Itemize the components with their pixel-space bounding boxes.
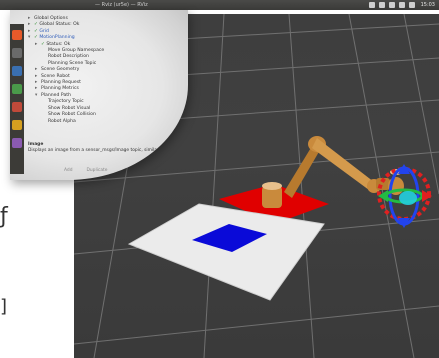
firefox-icon[interactable]	[12, 30, 22, 40]
checkbox-icon[interactable]: ✓	[34, 22, 38, 27]
display-tree-label: Global Status: Ok	[39, 22, 80, 28]
record-icon[interactable]	[369, 2, 375, 8]
display-tree-item[interactable]: Robot Alpha	[28, 119, 188, 125]
display-tree-label: Planning Request	[41, 80, 81, 86]
terminal-icon[interactable]	[12, 138, 22, 148]
display-tree-label: Global Options	[34, 16, 68, 21]
ubuntu-launcher	[10, 24, 24, 174]
checkbox-icon[interactable]: ✓	[34, 29, 38, 34]
bracket-glyph: ]	[0, 296, 8, 317]
rviz-screenshot: — Rviz (ur5e) — RViz 15:03 ▸ Global Opti…	[0, 0, 439, 358]
display-tree-label: Trajectory Topic	[48, 99, 84, 105]
display-tree-label: Planned Path	[41, 92, 71, 98]
display-tree-label: Planning Scene Topic	[48, 60, 97, 66]
panel-buttons: Add Duplicate	[64, 168, 107, 173]
checkbox-icon[interactable]: ✓	[34, 35, 38, 40]
calc-icon[interactable]	[12, 84, 22, 94]
display-description: Image Displays an image from a sensor_ms…	[28, 142, 178, 153]
software-center-icon[interactable]	[12, 120, 22, 130]
display-tree-label: Status: Ok	[46, 41, 71, 47]
battery-icon[interactable]	[399, 2, 405, 8]
add-button[interactable]: Add	[64, 168, 73, 173]
display-tree-label: Robot Alpha	[48, 118, 76, 124]
display-tree-label: Robot Description	[48, 54, 89, 60]
system-tray	[369, 2, 415, 8]
clock: 15:03	[420, 2, 435, 8]
description-text: Displays an image from a sensor_msgs/Ima…	[28, 147, 159, 153]
display-tree-label: MotionPlanning	[39, 35, 75, 41]
display-tree-label: Scene Geometry	[41, 67, 80, 73]
bracket-glyph: ƒ	[0, 204, 8, 229]
volume-icon[interactable]	[409, 2, 415, 8]
impress-icon[interactable]	[12, 102, 22, 112]
display-tree-label: Scene Robot	[41, 73, 70, 79]
duplicate-button[interactable]: Duplicate	[87, 168, 108, 173]
window-title: — Rviz (ur5e) — RViz	[95, 2, 148, 8]
display-tree-label: Planning Metrics	[41, 86, 79, 92]
display-tree-label: Show Robot Collision	[48, 112, 96, 118]
wifi-icon[interactable]	[389, 2, 395, 8]
display-tree-label: Move Group Namespace	[48, 48, 105, 54]
checkbox-icon[interactable]: ✓	[41, 42, 45, 47]
writer-icon[interactable]	[12, 66, 22, 76]
keyboard-icon[interactable]	[379, 2, 385, 8]
table	[127, 203, 325, 301]
display-tree-label: Show Robot Visual	[48, 105, 91, 111]
files-icon[interactable]	[12, 48, 22, 58]
system-top-bar: — Rviz (ur5e) — RViz 15:03	[0, 0, 439, 10]
interactive-marker-gizmo	[377, 164, 432, 228]
display-tree[interactable]: ▸ Global Options ▸ ✓ Global Status: Ok ▸ ✓ Gr…	[28, 16, 188, 125]
display-tree-label: Grid	[39, 28, 49, 34]
